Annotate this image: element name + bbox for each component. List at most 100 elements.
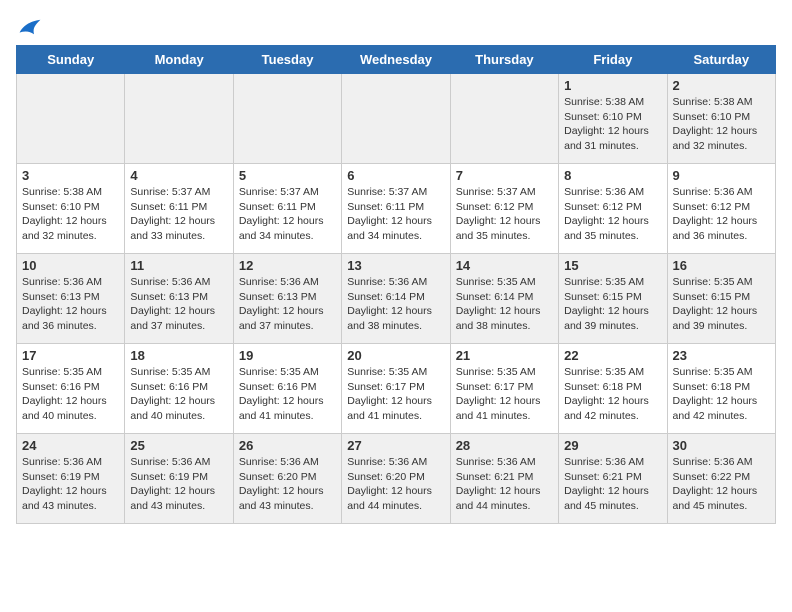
day-number: 3 — [22, 168, 119, 183]
day-headers: SundayMondayTuesdayWednesdayThursdayFrid… — [17, 46, 776, 74]
day-info: Sunrise: 5:35 AM Sunset: 6:14 PM Dayligh… — [456, 275, 553, 334]
logo-bird-icon — [18, 18, 42, 36]
day-number: 16 — [673, 258, 770, 273]
day-number: 2 — [673, 78, 770, 93]
day-info: Sunrise: 5:36 AM Sunset: 6:12 PM Dayligh… — [673, 185, 770, 244]
day-info: Sunrise: 5:37 AM Sunset: 6:12 PM Dayligh… — [456, 185, 553, 244]
day-info: Sunrise: 5:36 AM Sunset: 6:22 PM Dayligh… — [673, 455, 770, 514]
day-cell: 26 Sunrise: 5:36 AM Sunset: 6:20 PM Dayli… — [233, 434, 341, 524]
day-info: Sunrise: 5:36 AM Sunset: 6:19 PM Dayligh… — [130, 455, 227, 514]
day-cell: 21Sunrise: 5:35 AM Sunset: 6:17 PM Dayli… — [450, 344, 558, 434]
day-info: Sunrise: 5:36 AM Sunset: 6:21 PM Dayligh… — [564, 455, 661, 514]
day-number: 14 — [456, 258, 553, 273]
day-header-friday: Friday — [559, 46, 667, 74]
day-cell — [450, 74, 558, 164]
day-cell: 27 Sunrise: 5:36 AM Sunset: 6:20 PM Dayli… — [342, 434, 450, 524]
day-info: Sunrise: 5:37 AM Sunset: 6:11 PM Dayligh… — [130, 185, 227, 244]
day-info: Sunrise: 5:38 AM Sunset: 6:10 PM Dayligh… — [22, 185, 119, 244]
day-cell: 24 Sunrise: 5:36 AM Sunset: 6:19 PM Dayli… — [17, 434, 125, 524]
day-cell: 28 Sunrise: 5:36 AM Sunset: 6:21 PM Dayli… — [450, 434, 558, 524]
day-cell: 22 Sunrise: 5:35 AM Sunset: 6:18 PM Dayli… — [559, 344, 667, 434]
week-row-3: 10 Sunrise: 5:36 AM Sunset: 6:13 PM Dayli… — [17, 254, 776, 344]
day-header-saturday: Saturday — [667, 46, 775, 74]
day-cell: 13 Sunrise: 5:36 AM Sunset: 6:14 PM Dayli… — [342, 254, 450, 344]
day-cell: 9 Sunrise: 5:36 AM Sunset: 6:12 PM Daylig… — [667, 164, 775, 254]
day-info: Sunrise: 5:35 AM Sunset: 6:18 PM Dayligh… — [673, 365, 770, 424]
day-info: Sunrise: 5:35 AM Sunset: 6:16 PM Dayligh… — [22, 365, 119, 424]
day-number: 19 — [239, 348, 336, 363]
day-number: 9 — [673, 168, 770, 183]
day-number: 20 — [347, 348, 444, 363]
day-cell: 29 Sunrise: 5:36 AM Sunset: 6:21 PM Dayli… — [559, 434, 667, 524]
day-info: Sunrise: 5:36 AM Sunset: 6:19 PM Dayligh… — [22, 455, 119, 514]
day-header-sunday: Sunday — [17, 46, 125, 74]
day-info: Sunrise: 5:36 AM Sunset: 6:21 PM Dayligh… — [456, 455, 553, 514]
day-info: Sunrise: 5:36 AM Sunset: 6:13 PM Dayligh… — [130, 275, 227, 334]
day-cell: 23Sunrise: 5:35 AM Sunset: 6:18 PM Dayli… — [667, 344, 775, 434]
day-header-wednesday: Wednesday — [342, 46, 450, 74]
day-info: Sunrise: 5:36 AM Sunset: 6:20 PM Dayligh… — [347, 455, 444, 514]
day-number: 29 — [564, 438, 661, 453]
week-row-4: 17 Sunrise: 5:35 AM Sunset: 6:16 PM Dayli… — [17, 344, 776, 434]
day-cell: 25 Sunrise: 5:36 AM Sunset: 6:19 PM Dayli… — [125, 434, 233, 524]
day-number: 13 — [347, 258, 444, 273]
day-info: Sunrise: 5:35 AM Sunset: 6:15 PM Dayligh… — [673, 275, 770, 334]
day-cell — [17, 74, 125, 164]
header — [16, 16, 776, 37]
day-cell: 20Sunrise: 5:35 AM Sunset: 6:17 PM Dayli… — [342, 344, 450, 434]
day-number: 4 — [130, 168, 227, 183]
day-number: 1 — [564, 78, 661, 93]
day-cell: 5 Sunrise: 5:37 AM Sunset: 6:11 PM Daylig… — [233, 164, 341, 254]
week-row-1: 1 Sunrise: 5:38 AM Sunset: 6:10 PM Daylig… — [17, 74, 776, 164]
day-number: 15 — [564, 258, 661, 273]
day-cell: 11 Sunrise: 5:36 AM Sunset: 6:13 PM Dayli… — [125, 254, 233, 344]
day-number: 11 — [130, 258, 227, 273]
day-cell: 15 Sunrise: 5:35 AM Sunset: 6:15 PM Dayli… — [559, 254, 667, 344]
day-info: Sunrise: 5:36 AM Sunset: 6:13 PM Dayligh… — [239, 275, 336, 334]
day-number: 24 — [22, 438, 119, 453]
day-info: Sunrise: 5:37 AM Sunset: 6:11 PM Dayligh… — [239, 185, 336, 244]
day-info: Sunrise: 5:37 AM Sunset: 6:11 PM Dayligh… — [347, 185, 444, 244]
day-cell: 16 Sunrise: 5:35 AM Sunset: 6:15 PM Dayli… — [667, 254, 775, 344]
logo — [16, 16, 42, 37]
day-info: Sunrise: 5:38 AM Sunset: 6:10 PM Dayligh… — [673, 95, 770, 154]
day-number: 6 — [347, 168, 444, 183]
day-number: 18 — [130, 348, 227, 363]
day-cell: 3 Sunrise: 5:38 AM Sunset: 6:10 PM Daylig… — [17, 164, 125, 254]
day-number: 5 — [239, 168, 336, 183]
day-info: Sunrise: 5:35 AM Sunset: 6:15 PM Dayligh… — [564, 275, 661, 334]
day-number: 10 — [22, 258, 119, 273]
day-info: Sunrise: 5:36 AM Sunset: 6:12 PM Dayligh… — [564, 185, 661, 244]
day-number: 27 — [347, 438, 444, 453]
day-number: 28 — [456, 438, 553, 453]
day-info: Sunrise: 5:36 AM Sunset: 6:20 PM Dayligh… — [239, 455, 336, 514]
day-cell: 1 Sunrise: 5:38 AM Sunset: 6:10 PM Daylig… — [559, 74, 667, 164]
day-number: 17 — [22, 348, 119, 363]
day-header-monday: Monday — [125, 46, 233, 74]
day-cell: 7 Sunrise: 5:37 AM Sunset: 6:12 PM Daylig… — [450, 164, 558, 254]
week-row-5: 24 Sunrise: 5:36 AM Sunset: 6:19 PM Dayli… — [17, 434, 776, 524]
day-number: 8 — [564, 168, 661, 183]
day-info: Sunrise: 5:38 AM Sunset: 6:10 PM Dayligh… — [564, 95, 661, 154]
day-cell: 4 Sunrise: 5:37 AM Sunset: 6:11 PM Daylig… — [125, 164, 233, 254]
day-info: Sunrise: 5:36 AM Sunset: 6:13 PM Dayligh… — [22, 275, 119, 334]
day-cell: 18 Sunrise: 5:35 AM Sunset: 6:16 PM Dayli… — [125, 344, 233, 434]
day-number: 22 — [564, 348, 661, 363]
day-cell: 2 Sunrise: 5:38 AM Sunset: 6:10 PM Daylig… — [667, 74, 775, 164]
day-info: Sunrise: 5:36 AM Sunset: 6:14 PM Dayligh… — [347, 275, 444, 334]
week-row-2: 3 Sunrise: 5:38 AM Sunset: 6:10 PM Daylig… — [17, 164, 776, 254]
day-number: 7 — [456, 168, 553, 183]
day-number: 12 — [239, 258, 336, 273]
day-info: Sunrise: 5:35 AM Sunset: 6:16 PM Dayligh… — [130, 365, 227, 424]
day-info: Sunrise: 5:35 AM Sunset: 6:18 PM Dayligh… — [564, 365, 661, 424]
day-cell — [233, 74, 341, 164]
day-info: Sunrise: 5:35 AM Sunset: 6:16 PM Dayligh… — [239, 365, 336, 424]
day-header-thursday: Thursday — [450, 46, 558, 74]
day-header-tuesday: Tuesday — [233, 46, 341, 74]
day-cell: 6 Sunrise: 5:37 AM Sunset: 6:11 PM Daylig… — [342, 164, 450, 254]
day-info: Sunrise: 5:35 AM Sunset: 6:17 PM Dayligh… — [456, 365, 553, 424]
day-number: 26 — [239, 438, 336, 453]
day-cell: 30 Sunrise: 5:36 AM Sunset: 6:22 PM Dayli… — [667, 434, 775, 524]
day-number: 30 — [673, 438, 770, 453]
day-number: 25 — [130, 438, 227, 453]
